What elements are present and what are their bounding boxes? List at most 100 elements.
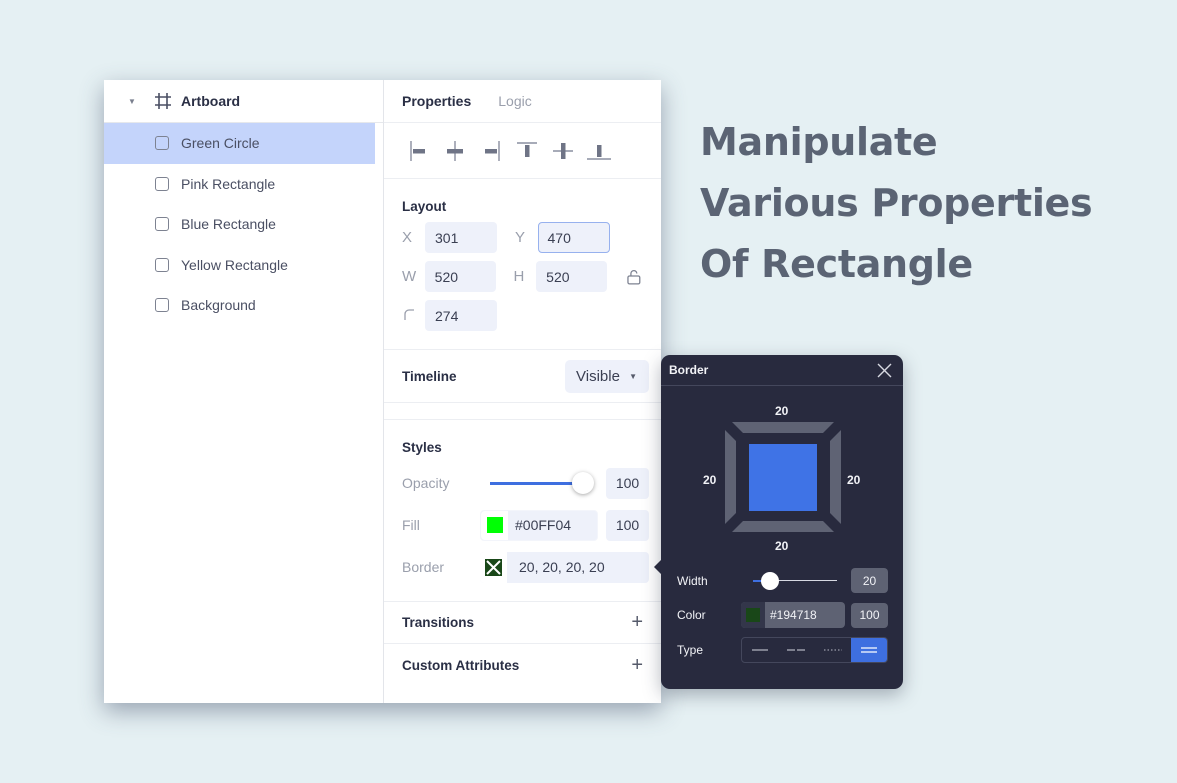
fill-opacity-input[interactable]: 100 [606,509,649,541]
layer-item[interactable]: Green Circle [104,123,375,164]
border-type-dashed-icon[interactable] [778,638,814,662]
border-type-selector [740,637,888,663]
fill-hex-input[interactable]: #00FF04 [508,517,571,533]
x-label: X [402,229,413,246]
editor-window: ▼ Artboard Green Circle Pink Rectangle B… [104,80,661,703]
opacity-label: Opacity [402,475,450,491]
opacity-slider-thumb[interactable] [572,472,594,494]
timeline-visibility-dropdown[interactable]: Visible ▼ [565,359,649,393]
properties-panel: Properties Logic Layout X 301 Y 470 W 52… [384,80,661,703]
opacity-slider-track [490,482,582,485]
close-icon[interactable] [876,362,893,379]
fill-color-swatch[interactable] [486,517,503,533]
alignment-toolbar [384,123,661,179]
tab-properties[interactable]: Properties [402,93,471,109]
width-input[interactable]: 520 [424,261,496,292]
headline-line: Of Rectangle [700,242,973,286]
border-type-double-icon[interactable] [850,638,887,662]
border-left-value[interactable]: 20 [703,473,716,487]
border-diagram [725,422,841,532]
x-input[interactable]: 301 [425,222,497,253]
fill-label: Fill [402,517,420,533]
border-field[interactable]: 20, 20, 20, 20 [480,551,649,583]
layer-item[interactable]: Pink Rectangle [104,164,383,205]
border-value: 20, 20, 20, 20 [519,559,605,575]
align-bottom-icon[interactable] [586,138,612,164]
type-label: Type [677,643,704,657]
border-popover: Border 20 20 20 20 Width 20 Color #19471… [654,355,903,689]
align-horizontal-center-icon[interactable] [442,138,468,164]
h-label: H [513,268,525,285]
y-label: Y [515,229,526,246]
border-width-input[interactable]: 20 [851,568,888,593]
layer-item[interactable]: Blue Rectangle [104,204,383,245]
headline-line: Manipulate [700,120,938,164]
border-color-field[interactable]: #194718 [741,602,845,628]
y-input[interactable]: 470 [538,222,610,253]
border-hex-input[interactable]: #194718 [765,608,817,622]
opacity-input[interactable]: 100 [606,467,649,499]
border-width-slider-thumb[interactable] [761,571,779,590]
border-top-edge[interactable] [732,422,834,433]
layer-label: Yellow Rectangle [181,256,288,273]
align-top-icon[interactable] [514,138,540,164]
align-right-icon[interactable] [478,138,504,164]
corner-radius-input[interactable]: 274 [425,300,497,331]
chevron-down-icon: ▼ [629,371,637,381]
border-right-value[interactable]: 20 [847,473,860,487]
layout-title: Layout [402,199,447,214]
border-top-value[interactable]: 20 [775,404,788,418]
styles-title: Styles [402,440,442,455]
headline: Manipulate Various Properties Of Rectang… [700,112,1093,295]
layer-checkbox[interactable] [155,136,169,151]
border-bottom-edge[interactable] [732,521,834,532]
tab-logic[interactable]: Logic [498,93,531,109]
styles-section: Styles Opacity 100 Fill #00FF04 100 Bord… [384,420,661,602]
border-left-edge[interactable] [725,430,736,524]
transitions-title: Transitions [402,615,475,630]
width-label: Width [677,573,708,588]
layer-item[interactable]: Background [104,285,383,326]
w-label: W [402,268,417,285]
layer-checkbox[interactable] [155,217,169,232]
layer-checkbox[interactable] [155,298,169,313]
opacity-slider[interactable] [490,472,594,494]
layer-root-label: Artboard [181,93,241,109]
border-color-swatch[interactable] [746,608,760,622]
border-style-icon[interactable] [480,551,507,583]
color-label: Color [677,608,706,622]
timeline-title: Timeline [402,368,457,384]
border-label: Border [402,559,445,575]
unlock-icon[interactable] [625,268,643,286]
layers-panel: ▼ Artboard Green Circle Pink Rectangle B… [104,80,384,703]
border-type-solid-icon[interactable] [742,638,778,662]
layer-checkbox[interactable] [155,257,169,272]
element-preview-square [749,444,817,511]
caret-down-icon[interactable]: ▼ [128,97,154,106]
layer-artboard[interactable]: ▼ Artboard [104,80,383,123]
divider [384,403,661,420]
layer-label: Background [181,297,256,314]
height-input[interactable]: 520 [536,261,608,292]
border-opacity-input[interactable]: 100 [851,602,888,628]
align-vertical-center-icon[interactable] [550,138,576,164]
border-width-slider[interactable] [753,571,837,591]
fill-color-field[interactable]: #00FF04 [480,509,598,541]
add-custom-attribute-icon[interactable]: + [631,654,643,677]
tab-bar: Properties Logic [384,80,661,123]
layer-label: Green Circle [181,135,260,152]
dropdown-value: Visible [576,367,620,385]
custom-attributes-section[interactable]: Custom Attributes + [384,644,661,686]
layer-item[interactable]: Yellow Rectangle [104,245,383,286]
popover-pointer [654,560,661,574]
align-left-icon[interactable] [406,138,432,164]
border-type-dotted-icon[interactable] [814,638,850,662]
layer-checkbox[interactable] [155,176,169,191]
transitions-section[interactable]: Transitions + [384,602,661,644]
border-bottom-value[interactable]: 20 [775,539,788,553]
layout-section: Layout X 301 Y 470 W 520 H 520 274 [384,179,661,350]
layer-label: Blue Rectangle [181,216,276,233]
popover-title: Border [669,363,709,377]
add-transition-icon[interactable]: + [631,611,643,634]
border-right-edge[interactable] [830,430,841,524]
